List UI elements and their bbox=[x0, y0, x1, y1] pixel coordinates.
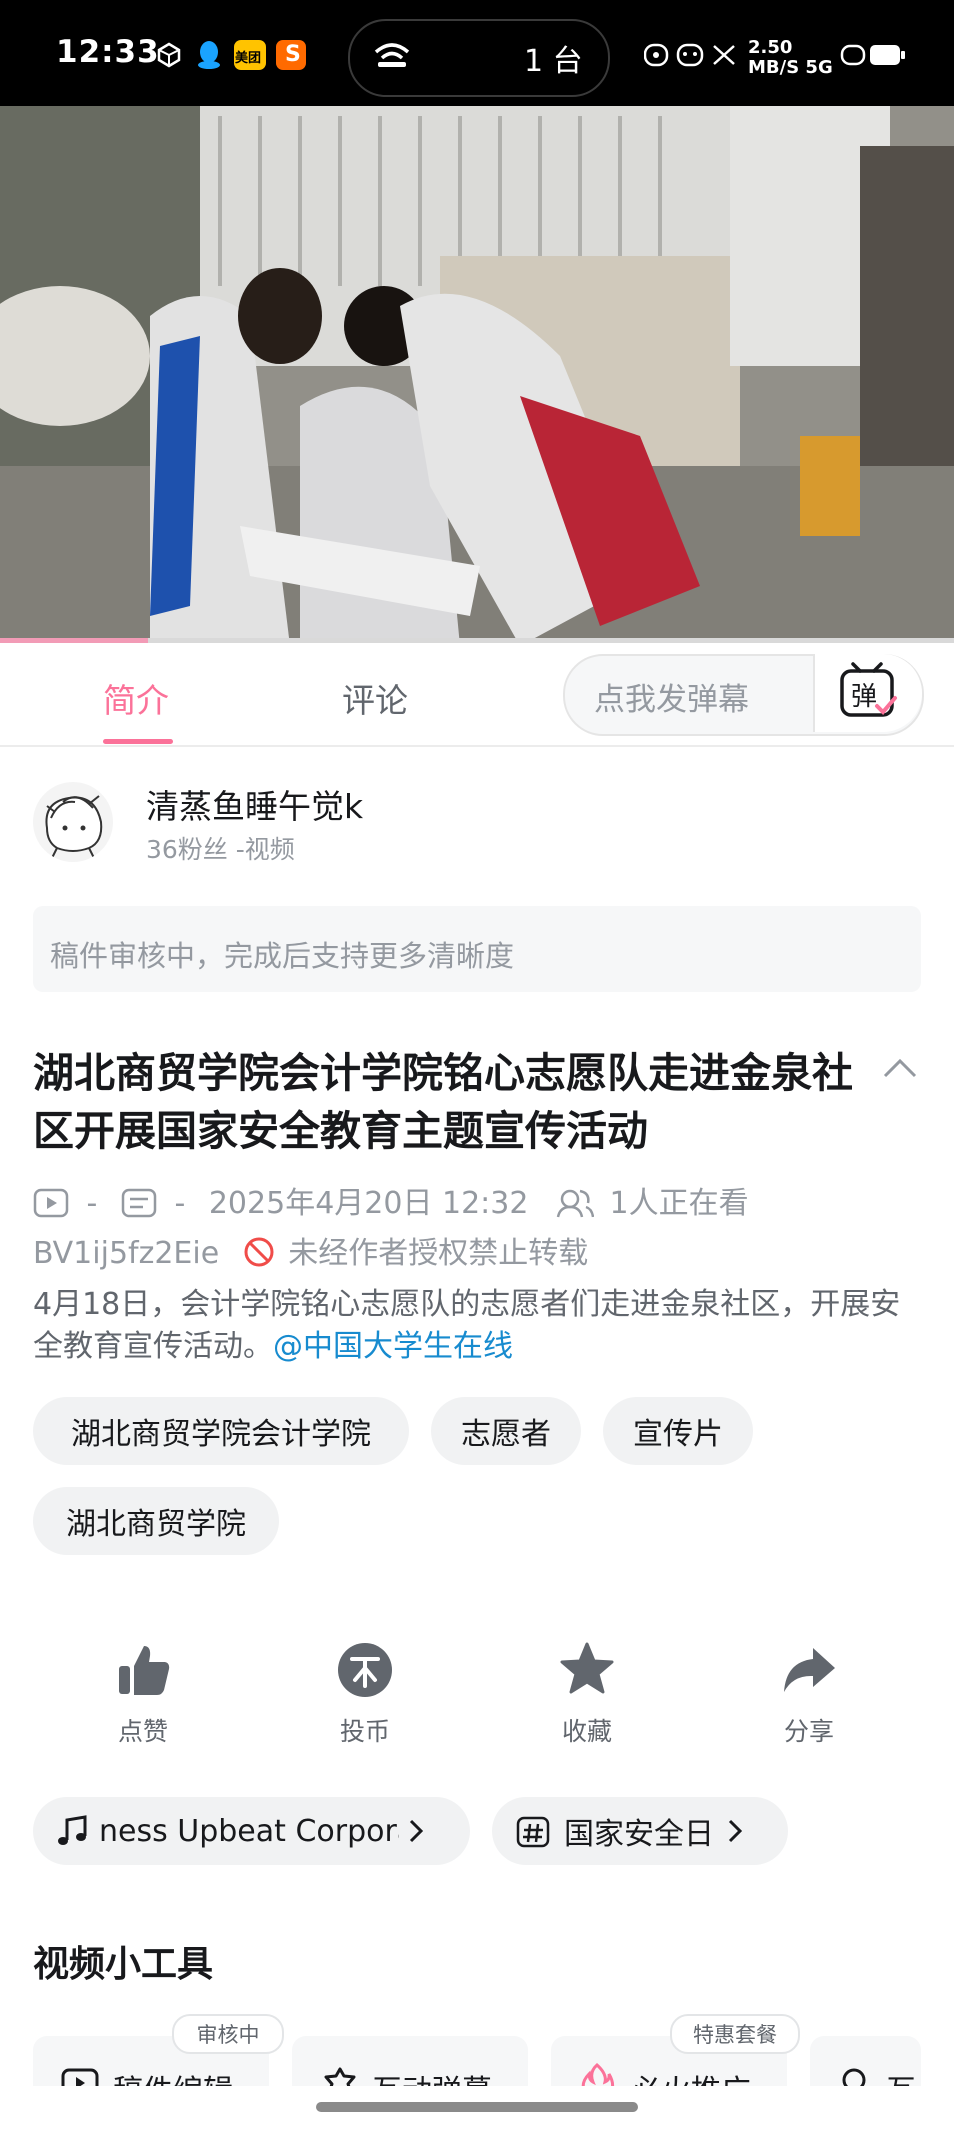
favorite-label: 收藏 bbox=[561, 1717, 612, 1746]
collapse-chevron-icon[interactable] bbox=[882, 1056, 918, 1084]
author-stats: 36粉丝 -视频 bbox=[146, 835, 295, 864]
play-count-icon bbox=[33, 1187, 69, 1227]
thumbs-up-icon bbox=[119, 1646, 170, 1695]
home-indicator[interactable] bbox=[316, 2102, 638, 2112]
tag-chip[interactable]: 宣传片 bbox=[603, 1397, 753, 1465]
watching-count: 1人正在看 bbox=[609, 1186, 749, 1221]
tab-intro[interactable]: 简介 bbox=[103, 674, 169, 722]
tag-chip[interactable]: 志愿者 bbox=[431, 1397, 581, 1465]
publish-date: 2025年4月20日 12:32 bbox=[208, 1186, 529, 1221]
share-label: 分享 bbox=[783, 1717, 834, 1746]
coin-button[interactable]: 投币 bbox=[305, 1640, 425, 1748]
tools-section-title: 视频小工具 bbox=[33, 1944, 214, 1985]
topic-chip[interactable]: 国家安全日 bbox=[492, 1797, 788, 1865]
video-id-row: BV1ij5fz2Eie 未经作者授权禁止转载 bbox=[33, 1228, 588, 1276]
topic-hash-icon bbox=[516, 1814, 550, 1848]
coin-icon bbox=[338, 1643, 392, 1697]
play-count: - bbox=[86, 1186, 98, 1221]
meituan-label-icon: 美团 bbox=[235, 51, 262, 66]
music-title: ness Upbeat Corpora bbox=[99, 1813, 399, 1849]
status-bar: 12:33 meituan 美团 taobao S 1 台 2.50 MB/S … bbox=[0, 0, 954, 106]
danmaku-tv-icon: 弹 bbox=[840, 662, 897, 717]
tab-active-indicator bbox=[103, 739, 173, 744]
viewers-icon bbox=[556, 1187, 595, 1227]
video-player[interactable] bbox=[0, 106, 954, 642]
music-chip[interactable]: ness Upbeat Corpora bbox=[33, 1797, 470, 1865]
video-description: 4月18日，会计学院铭心志愿队的志愿者们走进金泉社区，开展安全教育宣传活动。@中… bbox=[33, 1284, 921, 1368]
no-repost-icon bbox=[243, 1236, 275, 1276]
music-note-icon bbox=[55, 1814, 89, 1848]
app-cube-icon bbox=[156, 42, 182, 72]
taobao-s-icon: S bbox=[285, 42, 301, 67]
star-icon bbox=[560, 1642, 614, 1694]
mention-link[interactable]: @中国大学生在线 bbox=[273, 1329, 513, 1364]
avatar-image bbox=[45, 795, 103, 861]
topic-title: 国家安全日 bbox=[564, 1817, 714, 1852]
review-notice-text: 稿件审核中，完成后支持更多清晰度 bbox=[50, 939, 515, 973]
tag-chip[interactable]: 湖北商贸学院会计学院 bbox=[33, 1397, 409, 1465]
tool-edit-badge: 审核中 bbox=[172, 2014, 284, 2054]
author-name[interactable]: 清蒸鱼睡午觉k bbox=[146, 780, 363, 828]
chevron-right-icon bbox=[407, 1817, 425, 1845]
tool-promote-badge: 特惠套餐 bbox=[670, 2014, 800, 2054]
svg-text:弹: 弹 bbox=[851, 682, 877, 712]
video-title: 湖北商贸学院会计学院铭心志愿队走进金泉社区开展国家安全教育主题宣传活动 bbox=[33, 1049, 853, 1155]
network-speed: 2.50 MB/S 5G bbox=[748, 37, 833, 78]
coin-label: 投币 bbox=[339, 1717, 390, 1746]
tag-chip[interactable]: 湖北商贸学院 bbox=[33, 1487, 279, 1555]
danmaku-count: - bbox=[174, 1186, 186, 1221]
video-frame-image bbox=[0, 106, 954, 642]
status-time: 12:33 bbox=[56, 34, 160, 70]
like-label: 点赞 bbox=[117, 1717, 168, 1746]
notification-icons bbox=[643, 42, 754, 72]
tab-comments[interactable]: 评论 bbox=[342, 674, 408, 722]
qq-icon bbox=[196, 40, 222, 74]
island-device-count: 1 台 bbox=[524, 44, 583, 79]
danmaku-toggle-button[interactable]: 弹 bbox=[813, 654, 922, 732]
favorite-button[interactable]: 收藏 bbox=[527, 1640, 647, 1748]
danmaku-placeholder: 点我发弹幕 bbox=[594, 682, 749, 718]
author-avatar[interactable] bbox=[33, 782, 113, 862]
cast-wifi-icon bbox=[372, 40, 412, 74]
share-icon bbox=[784, 1648, 835, 1692]
like-button[interactable]: 点赞 bbox=[83, 1640, 203, 1748]
bv-id[interactable]: BV1ij5fz2Eie bbox=[33, 1236, 219, 1271]
battery-icon bbox=[840, 42, 906, 72]
copyright-notice: 未经作者授权禁止转载 bbox=[288, 1236, 589, 1271]
chevron-right-icon bbox=[726, 1817, 744, 1845]
share-button[interactable]: 分享 bbox=[749, 1640, 869, 1748]
danmaku-count-icon bbox=[121, 1187, 157, 1227]
video-meta-row: - - 2025年4月20日 12:32 1人正在看 bbox=[33, 1178, 749, 1227]
